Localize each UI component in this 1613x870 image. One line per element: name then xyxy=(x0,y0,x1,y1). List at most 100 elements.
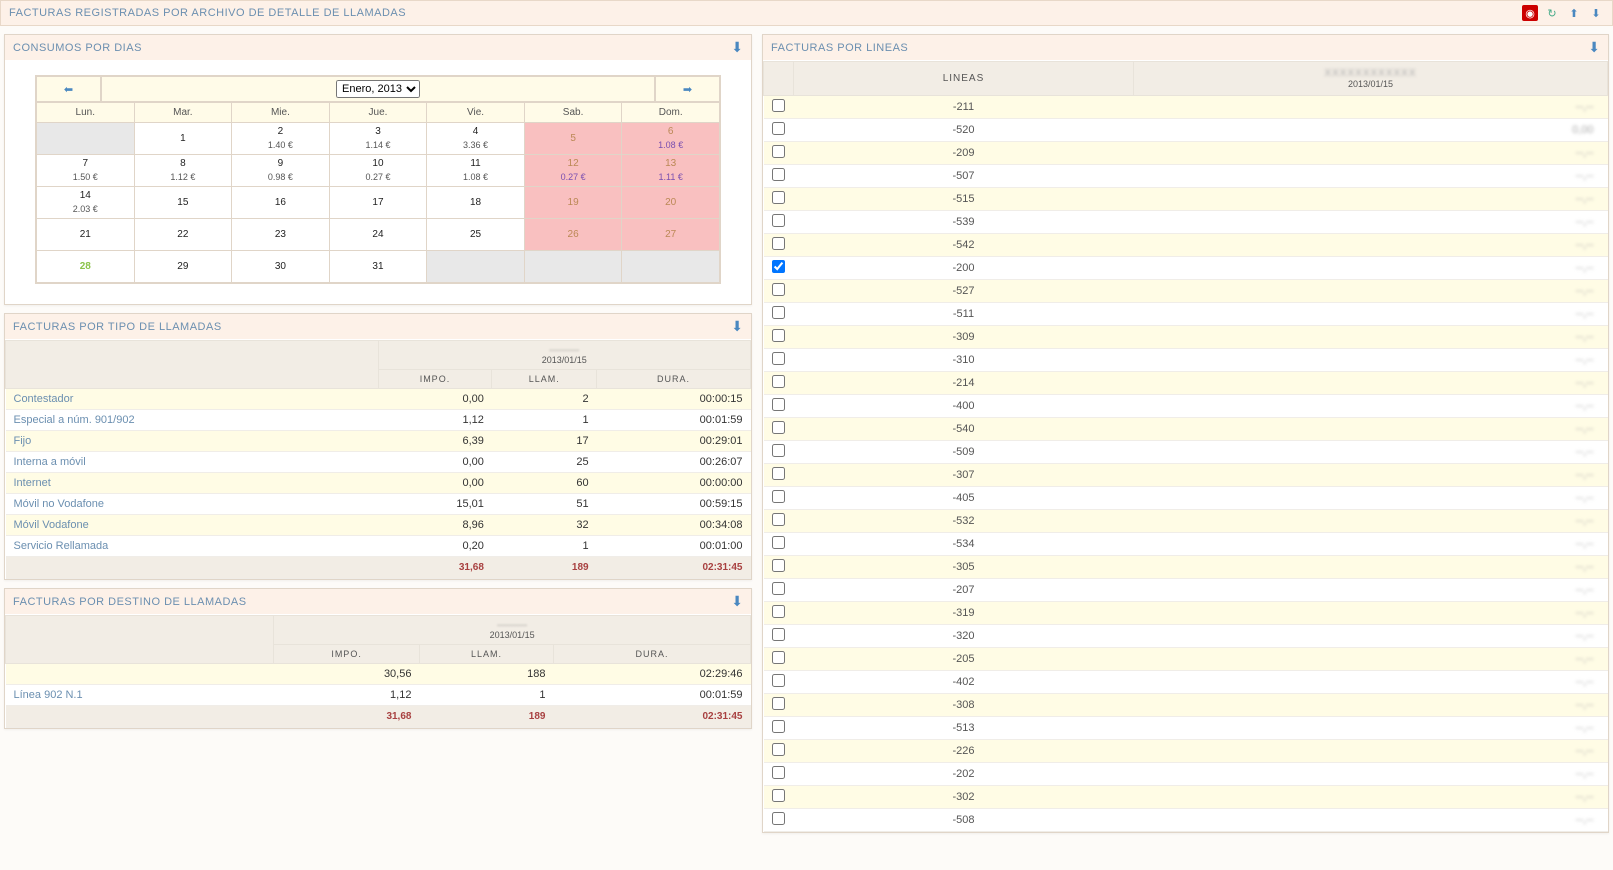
line-checkbox[interactable] xyxy=(772,582,785,595)
line-checkbox[interactable] xyxy=(772,99,785,112)
table-row[interactable]: -214--,-- xyxy=(764,372,1608,395)
cal-prev-button[interactable]: ⬅ xyxy=(36,76,101,102)
table-row[interactable]: -207--,-- xyxy=(764,579,1608,602)
table-row[interactable]: -532--,-- xyxy=(764,510,1608,533)
cal-day-cell[interactable]: 90.98 € xyxy=(232,155,330,187)
collapse-icon[interactable]: ⬇ xyxy=(731,318,743,335)
line-checkbox[interactable] xyxy=(772,421,785,434)
line-checkbox[interactable] xyxy=(772,191,785,204)
line-checkbox[interactable] xyxy=(772,306,785,319)
line-checkbox[interactable] xyxy=(772,398,785,411)
vodafone-icon[interactable]: ◉ xyxy=(1522,5,1538,21)
table-row[interactable]: -202--,-- xyxy=(764,763,1608,786)
cal-day-cell[interactable]: 28 xyxy=(37,251,135,283)
cal-day-cell[interactable]: 31.14 € xyxy=(329,123,427,155)
line-checkbox[interactable] xyxy=(772,720,785,733)
line-checkbox[interactable] xyxy=(772,375,785,388)
table-row[interactable]: Móvil no Vodafone 15,01 51 00:59:15 xyxy=(6,494,751,515)
table-row[interactable]: -405--,-- xyxy=(764,487,1608,510)
arrow-up-icon[interactable]: ⬆ xyxy=(1566,5,1582,21)
cal-day-cell[interactable]: 1 xyxy=(134,123,232,155)
table-row[interactable]: -307--,-- xyxy=(764,464,1608,487)
cal-day-cell[interactable]: 17 xyxy=(329,187,427,219)
table-row[interactable]: -513--,-- xyxy=(764,717,1608,740)
line-checkbox[interactable] xyxy=(772,743,785,756)
table-row[interactable]: -400--,-- xyxy=(764,395,1608,418)
line-checkbox[interactable] xyxy=(772,352,785,365)
table-row[interactable]: -308--,-- xyxy=(764,694,1608,717)
line-checkbox[interactable] xyxy=(772,651,785,664)
cal-day-cell[interactable]: 25 xyxy=(427,219,525,251)
cal-day-cell[interactable]: 18 xyxy=(427,187,525,219)
cal-day-cell[interactable]: 71.50 € xyxy=(37,155,135,187)
line-checkbox[interactable] xyxy=(772,536,785,549)
table-row[interactable]: Contestador 0,00 2 00:00:15 xyxy=(6,389,751,410)
line-checkbox[interactable] xyxy=(772,444,785,457)
line-checkbox[interactable] xyxy=(772,628,785,641)
line-checkbox[interactable] xyxy=(772,260,785,273)
line-checkbox[interactable] xyxy=(772,513,785,526)
line-checkbox[interactable] xyxy=(772,145,785,158)
table-row[interactable]: -542--,-- xyxy=(764,234,1608,257)
table-row[interactable]: -205--,-- xyxy=(764,648,1608,671)
table-row[interactable]: -209--,-- xyxy=(764,142,1608,165)
table-row[interactable]: Interna a móvil 0,00 25 00:26:07 xyxy=(6,452,751,473)
table-row[interactable]: Especial a núm. 901/902 1,12 1 00:01:59 xyxy=(6,410,751,431)
cal-day-cell[interactable]: 43.36 € xyxy=(427,123,525,155)
line-checkbox[interactable] xyxy=(772,674,785,687)
table-row[interactable]: 30,56 188 02:29:46 xyxy=(6,664,751,685)
line-checkbox[interactable] xyxy=(772,490,785,503)
table-row[interactable]: -534--,-- xyxy=(764,533,1608,556)
collapse-icon[interactable]: ⬇ xyxy=(1588,39,1600,56)
cal-day-cell[interactable]: 19 xyxy=(524,187,622,219)
arrow-down-icon[interactable]: ⬇ xyxy=(1588,5,1604,21)
cal-day-cell[interactable]: 81.12 € xyxy=(134,155,232,187)
line-checkbox[interactable] xyxy=(772,237,785,250)
cal-day-cell[interactable]: 30 xyxy=(232,251,330,283)
cal-day-cell[interactable]: 131.11 € xyxy=(622,155,720,187)
table-row[interactable]: -5200,00 xyxy=(764,119,1608,142)
table-row[interactable]: Servicio Rellamada 0,20 1 00:01:00 xyxy=(6,536,751,557)
table-row[interactable]: -302--,-- xyxy=(764,786,1608,809)
line-checkbox[interactable] xyxy=(772,122,785,135)
table-row[interactable]: -402--,-- xyxy=(764,671,1608,694)
collapse-icon[interactable]: ⬇ xyxy=(731,593,743,610)
cal-day-cell[interactable]: 26 xyxy=(524,219,622,251)
table-row[interactable]: -515--,-- xyxy=(764,188,1608,211)
cal-day-cell[interactable]: 111.08 € xyxy=(427,155,525,187)
cal-day-cell[interactable]: 29 xyxy=(134,251,232,283)
table-row[interactable]: -320--,-- xyxy=(764,625,1608,648)
table-row[interactable]: -527--,-- xyxy=(764,280,1608,303)
cal-day-cell[interactable]: 27 xyxy=(622,219,720,251)
cal-day-cell[interactable]: 24 xyxy=(329,219,427,251)
line-checkbox[interactable] xyxy=(772,214,785,227)
cal-day-cell[interactable]: 22 xyxy=(134,219,232,251)
table-row[interactable]: -511--,-- xyxy=(764,303,1608,326)
table-row[interactable]: -540--,-- xyxy=(764,418,1608,441)
cal-day-cell[interactable]: 31 xyxy=(329,251,427,283)
table-row[interactable]: -211--,-- xyxy=(764,96,1608,119)
cal-day-cell[interactable]: 5 xyxy=(524,123,622,155)
table-row[interactable]: -305--,-- xyxy=(764,556,1608,579)
cal-next-button[interactable]: ➡ xyxy=(655,76,720,102)
cal-day-cell[interactable]: 20 xyxy=(622,187,720,219)
table-row[interactable]: -200--,-- xyxy=(764,257,1608,280)
cal-day-cell[interactable]: 21.40 € xyxy=(232,123,330,155)
table-row[interactable]: -226--,-- xyxy=(764,740,1608,763)
cal-day-cell[interactable]: 142.03 € xyxy=(37,187,135,219)
refresh-icon[interactable]: ↻ xyxy=(1544,5,1560,21)
table-row[interactable]: Internet 0,00 60 00:00:00 xyxy=(6,473,751,494)
cal-day-cell[interactable]: 120.27 € xyxy=(524,155,622,187)
table-row[interactable]: Fijo 6,39 17 00:29:01 xyxy=(6,431,751,452)
line-checkbox[interactable] xyxy=(772,812,785,825)
table-row[interactable]: -309--,-- xyxy=(764,326,1608,349)
line-checkbox[interactable] xyxy=(772,168,785,181)
cal-day-cell[interactable]: 16 xyxy=(232,187,330,219)
table-row[interactable]: -310--,-- xyxy=(764,349,1608,372)
line-checkbox[interactable] xyxy=(772,766,785,779)
cal-day-cell[interactable]: 100.27 € xyxy=(329,155,427,187)
table-row[interactable]: -508--,-- xyxy=(764,809,1608,832)
line-checkbox[interactable] xyxy=(772,283,785,296)
collapse-icon[interactable]: ⬇ xyxy=(731,39,743,56)
line-checkbox[interactable] xyxy=(772,559,785,572)
